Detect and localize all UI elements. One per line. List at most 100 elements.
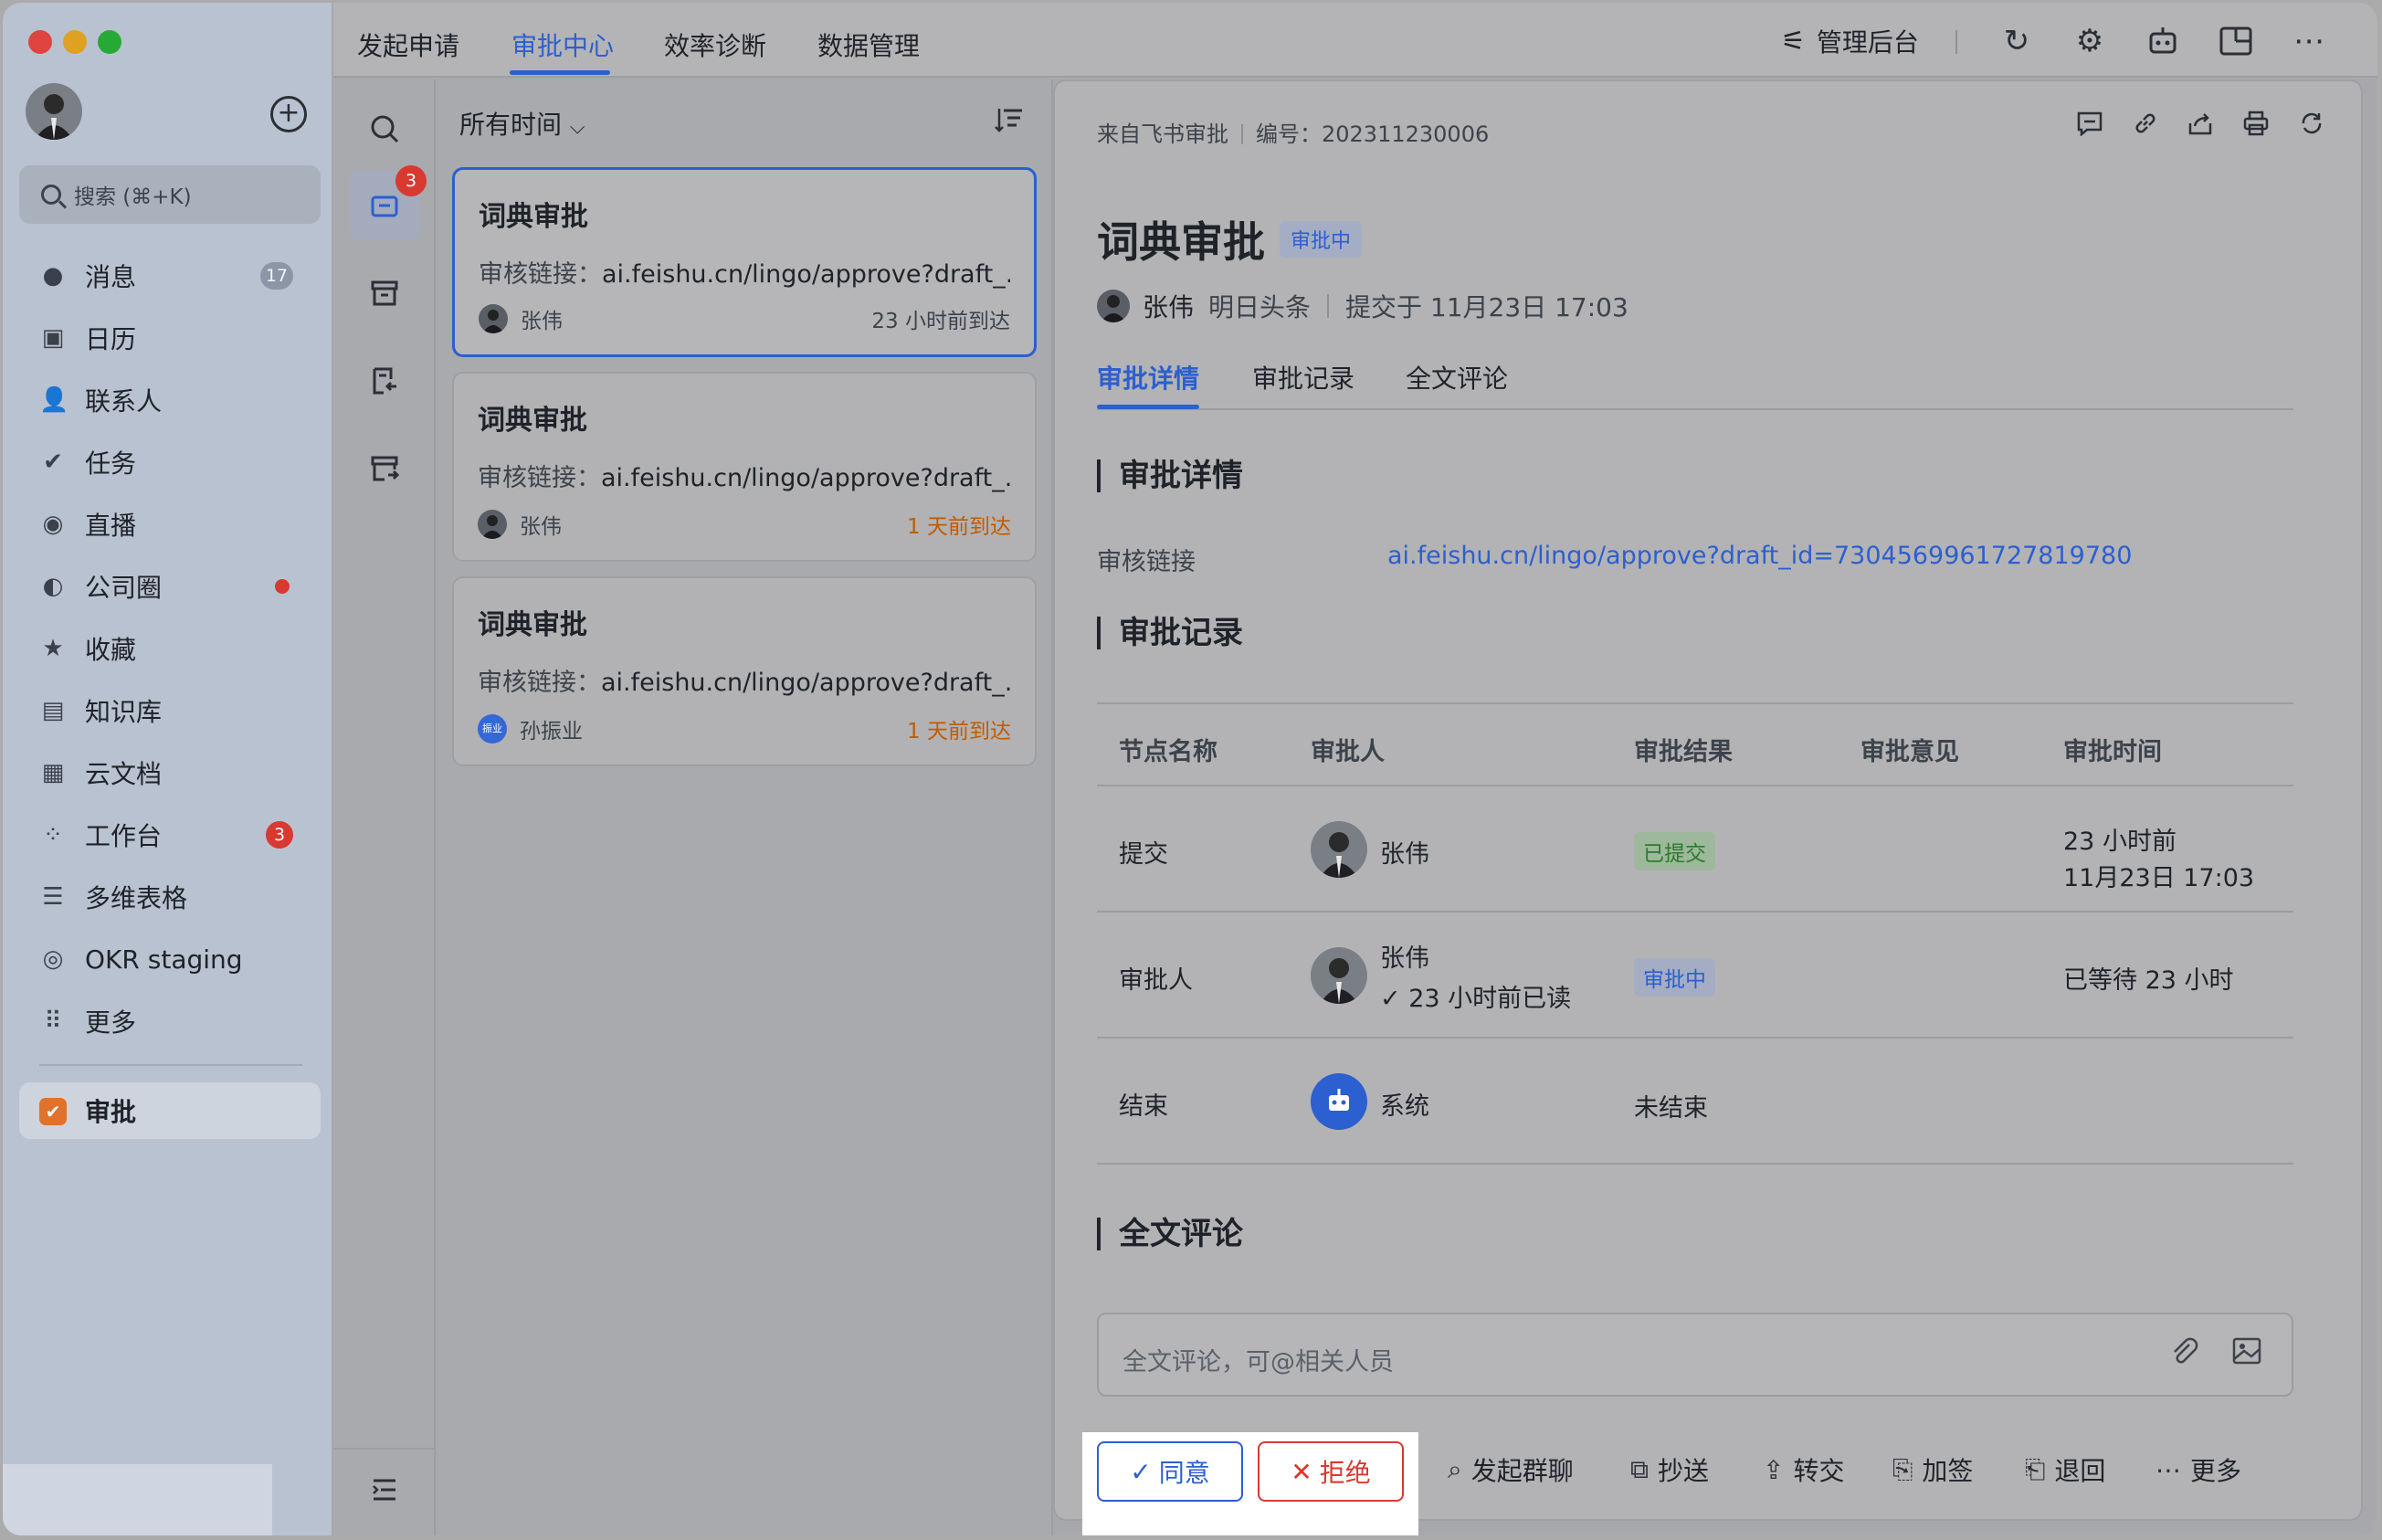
tab-efficiency[interactable]: 效率诊断 [664,26,766,63]
pending-approvals-icon[interactable]: 3 [350,165,427,240]
card-link-label: 审核链接： [478,464,601,492]
sidebar-item-base[interactable]: ☰ 多维表格 [19,870,321,924]
sidebar-item-wiki[interactable]: ▤ 知识库 [19,683,321,738]
search-box[interactable]: 搜索 (⌘+K) [19,165,321,224]
section-heading: 审批记录 [1097,617,1243,649]
approval-card[interactable]: 词典审批 审核链接：ai.feishu.cn/lingo/approve?dra… [452,576,1037,766]
sidebar-item-label: OKR staging [85,944,243,975]
sort-icon[interactable] [995,107,1024,140]
node-name: 结束 [1119,1092,1168,1121]
refresh-icon[interactable]: ↻ [1998,23,2035,59]
minimize-window-button[interactable] [63,30,87,54]
new-window-icon[interactable] [2218,23,2254,59]
sidebar-item-contacts[interactable]: 👤 联系人 [19,373,321,427]
share-icon[interactable] [2187,111,2213,142]
bot-icon[interactable] [2145,23,2181,59]
sidebar-item-label: 消息 [85,262,137,292]
number-label: 编号： [1256,121,1322,147]
sidebar-item-workplace[interactable]: ⁘ 工作台 3 [19,807,321,862]
close-window-button[interactable] [28,30,52,54]
approver-name[interactable]: 张伟 [1380,938,1429,974]
cc-button[interactable]: ⧉ 抄送 [1630,1451,1709,1488]
approval-date: 11月23日 17:03 [2063,864,2255,892]
sidebar-item-tasks[interactable]: ✔ 任务 [19,435,321,490]
sidebar-item-favorites[interactable]: ★ 收藏 [19,621,321,676]
sidebar-item-live[interactable]: ◉ 直播 [19,497,321,552]
node-name: 提交 [1119,840,1168,869]
submitter-name[interactable]: 张伟 [1143,288,1194,324]
sidebar-item-calendar[interactable]: ▣ 日历 [19,311,321,365]
bot-icon [1311,1073,1367,1130]
start-group-chat-button[interactable]: ⌕ 发起群聊 [1448,1451,1574,1488]
print-icon[interactable] [2242,111,2270,142]
search-icon[interactable] [350,94,419,163]
add-icon[interactable]: + [270,96,307,132]
tab-apply[interactable]: 发起申请 [357,26,459,63]
column-header: 审批结果 [1634,738,1733,766]
sidebar-item-okr[interactable]: ◎ OKR staging [19,932,321,986]
add-sign-button[interactable]: ⎘ 加签 [1892,1451,1973,1488]
transfer-button[interactable]: ⇪ 转交 [1763,1451,1844,1488]
approval-time: 已等待 23 小时 [2063,966,2234,995]
top-tab-bar: 发起申请 审批中心 效率诊断 数据管理 ⚟ 管理后台 ↻ ⚙ ⋯ [333,3,2377,78]
sidebar-item-moments[interactable]: ◐ 公司圈 [19,559,321,614]
sidebar-item-more[interactable]: ⠿ 更多 [19,994,321,1049]
cc-inbox-icon[interactable] [350,434,419,503]
detail-header: 来自飞书审批 编号：202311230006 [1097,116,1489,148]
tab-comments[interactable]: 全文评论 [1406,359,1508,396]
more-horizontal-icon[interactable]: ⋯ [2291,23,2327,59]
review-link[interactable]: ai.feishu.cn/lingo/approve?draft_id=7304… [1387,542,2132,570]
detail-toolbar [2076,111,2324,142]
user-avatar[interactable] [26,83,82,140]
sidebar-item-label: 审批 [85,1097,137,1127]
field-label: 审核链接 [1097,548,1196,576]
sync-icon[interactable] [2299,111,2324,142]
card-user: 孙振业 [520,720,583,744]
tab-approval-detail[interactable]: 审批详情 [1097,359,1199,396]
app-window: + 搜索 (⌘+K) ● 消息 17 ▣ 日历 👤 联系人 ✔ 任务 ◉ 直播 ◐ 公司圈 ★… [3,3,2377,1535]
table-row: 审批人 张伟 ✓ 23 小时前已读 审批中 已等待 23 小时 [1097,912,2293,1039]
tab-approval-records[interactable]: 审批记录 [1252,359,1354,396]
avatar [1311,947,1367,1004]
admin-console-button[interactable]: ⚟ 管理后台 [1781,23,1919,59]
column-header: 审批人 [1311,738,1385,766]
admin-console-label: 管理后台 [1816,27,1919,58]
base-table-icon: ☰ [42,883,64,911]
check-icon: ✓ [1130,1456,1152,1487]
unread-badge: 3 [266,821,293,849]
approve-button[interactable]: ✓ 同意 [1097,1441,1243,1502]
paperclip-icon[interactable] [2169,1336,2200,1376]
link-icon[interactable] [2133,111,2158,142]
sidebar-item-messages[interactable]: ● 消息 17 [19,248,321,303]
tab-data-management[interactable]: 数据管理 [817,26,920,63]
comment-icon[interactable] [2076,111,2103,142]
maximize-window-button[interactable] [98,30,121,54]
time-filter-dropdown[interactable]: 所有时间 ⌵ [459,105,585,142]
sidebar-item-docs[interactable]: ▦ 云文档 [19,745,321,800]
more-actions-button[interactable]: ⋯ 更多 [2155,1451,2241,1488]
collapse-menu-icon[interactable] [350,1455,419,1524]
approver-name[interactable]: 张伟 [1380,834,1429,870]
reject-button[interactable]: ✕ 拒绝 [1258,1441,1404,1502]
return-button[interactable]: ⎗ 退回 [2025,1451,2105,1488]
sidebar-item-approval[interactable]: ✔ 审批 [19,1082,321,1139]
result-badge: 审批中 [1634,958,1715,997]
card-title: 词典审批 [478,405,587,437]
action-label: 抄送 [1658,1456,1710,1486]
tab-approval-center[interactable]: 审批中心 [511,26,614,63]
gear-icon[interactable]: ⚙ [2071,23,2108,59]
reject-label: 拒绝 [1319,1458,1371,1488]
comment-input[interactable]: 全文评论，可@相关人员 [1097,1313,2293,1397]
approval-detail-panel: 来自飞书审批 编号：202311230006 词典审批 审批中 张伟 明日头条 提交… [1053,79,2363,1521]
approval-card[interactable]: 词典审批 审核链接：ai.feishu.cn/lingo/approve?dra… [452,167,1037,357]
column-header: 审批时间 [2063,738,2162,766]
result-text: 未结束 [1634,1094,1708,1123]
image-icon[interactable] [2231,1336,2262,1374]
approval-title: 词典审批 [1097,217,1265,267]
approval-card[interactable]: 词典审批 审核链接：ai.feishu.cn/lingo/approve?dra… [452,372,1037,562]
approver-name: 系统 [1380,1092,1429,1121]
submitted-document-icon[interactable] [350,346,419,416]
sidebar-bottom-blur [3,1464,272,1535]
archive-box-icon[interactable] [350,258,419,328]
card-time: 1 天前到达 [907,515,1011,539]
